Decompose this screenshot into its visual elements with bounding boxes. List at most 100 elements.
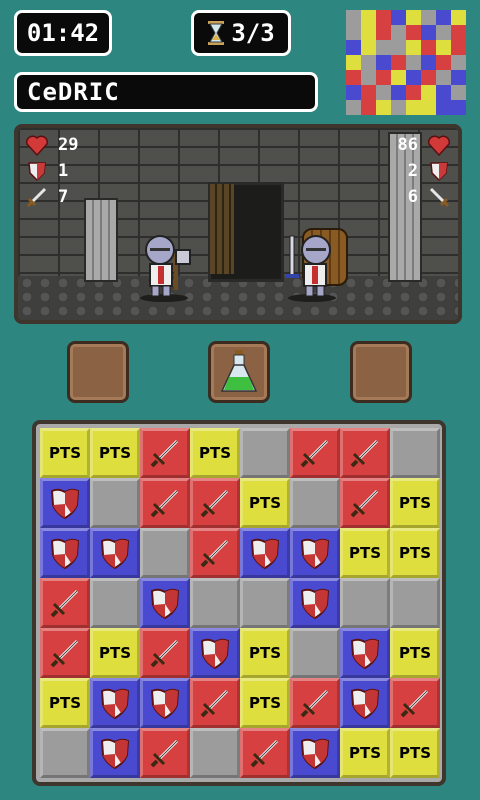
- minimap-cell: [361, 40, 376, 55]
- board-tile-pts[interactable]: PTS: [390, 628, 440, 678]
- board-tile-sword[interactable]: [340, 428, 390, 478]
- board-tile-empty[interactable]: [90, 478, 140, 528]
- sword-icon: [24, 186, 50, 208]
- board-tile-pts[interactable]: PTS: [240, 678, 290, 728]
- board-tile-pts[interactable]: PTS: [240, 478, 290, 528]
- board-tile-pts[interactable]: PTS: [40, 428, 90, 478]
- minimap-cell: [421, 70, 436, 85]
- board-tile-shield[interactable]: [240, 528, 290, 578]
- board-tile-pts[interactable]: PTS: [340, 528, 390, 578]
- minimap-cell: [421, 55, 436, 70]
- player-attack: 7: [24, 186, 68, 208]
- minimap-cell: [436, 55, 451, 70]
- board-tile-empty[interactable]: [140, 528, 190, 578]
- board-tile-sword[interactable]: [390, 678, 440, 728]
- board-tile-pts[interactable]: PTS: [390, 528, 440, 578]
- inventory-slot-2[interactable]: [208, 341, 270, 403]
- minimap-cell: [391, 100, 406, 115]
- minimap-cell: [376, 85, 391, 100]
- enemy-hp: 86: [398, 134, 452, 156]
- heart-icon: [426, 134, 452, 156]
- minimap-cell: [421, 100, 436, 115]
- pts-label: PTS: [48, 694, 82, 712]
- board-tile-sword[interactable]: [140, 628, 190, 678]
- board-tile-sword[interactable]: [140, 728, 190, 778]
- board-tile-pts[interactable]: PTS: [390, 478, 440, 528]
- board-tile-shield[interactable]: [40, 478, 90, 528]
- board-tile-sword[interactable]: [40, 628, 90, 678]
- minimap-cell: [451, 85, 466, 100]
- minimap-cell: [436, 10, 451, 25]
- minimap-cell: [391, 55, 406, 70]
- board-tile-shield[interactable]: [290, 528, 340, 578]
- board-tile-sword[interactable]: [190, 478, 240, 528]
- board-tile-sword[interactable]: [40, 578, 90, 628]
- timer-display: 01:42: [14, 10, 112, 56]
- enemy-hp-value: 86: [397, 135, 418, 155]
- board-tile-sword[interactable]: [290, 428, 340, 478]
- board-tile-sword[interactable]: [190, 528, 240, 578]
- board-tile-pts[interactable]: PTS: [40, 678, 90, 728]
- board-tile-empty[interactable]: [340, 578, 390, 628]
- minimap-cell: [361, 70, 376, 85]
- board-tile-pts[interactable]: PTS: [90, 428, 140, 478]
- board-tile-sword[interactable]: [190, 678, 240, 728]
- sword-icon: [150, 439, 179, 468]
- board-tile-pts[interactable]: PTS: [190, 428, 240, 478]
- board-tile-sword[interactable]: [240, 728, 290, 778]
- board-tile-shield[interactable]: [90, 528, 140, 578]
- board-tile-shield[interactable]: [90, 728, 140, 778]
- board-tile-pts[interactable]: PTS: [340, 728, 390, 778]
- minimap-cell: [346, 10, 361, 25]
- minimap-cell: [376, 25, 391, 40]
- board-tile-empty[interactable]: [240, 428, 290, 478]
- minimap-cell: [436, 25, 451, 40]
- sword-icon: [300, 689, 329, 718]
- board-tile-sword[interactable]: [290, 678, 340, 728]
- minimap: [346, 10, 466, 115]
- minimap-cell: [406, 40, 421, 55]
- shield-icon: [300, 738, 330, 770]
- board-tile-shield[interactable]: [290, 578, 340, 628]
- heart-icon: [24, 134, 50, 156]
- board-tile-pts[interactable]: PTS: [390, 728, 440, 778]
- board-tile-shield[interactable]: [40, 528, 90, 578]
- turns-text: 3/3: [231, 19, 275, 47]
- board-tile-empty[interactable]: [390, 578, 440, 628]
- board-tile-pts[interactable]: PTS: [240, 628, 290, 678]
- minimap-cell: [361, 100, 376, 115]
- board-tile-empty[interactable]: [290, 478, 340, 528]
- board-tile-shield[interactable]: [290, 728, 340, 778]
- board-tile-sword[interactable]: [140, 478, 190, 528]
- sword-icon: [200, 689, 229, 718]
- board-tile-shield[interactable]: [340, 628, 390, 678]
- board-tile-empty[interactable]: [90, 578, 140, 628]
- pts-label: PTS: [248, 644, 282, 662]
- board-tile-empty[interactable]: [390, 428, 440, 478]
- inventory-slot-3[interactable]: [350, 341, 412, 403]
- board-tile-shield[interactable]: [140, 678, 190, 728]
- board-tile-sword[interactable]: [340, 478, 390, 528]
- player-defense-value: 1: [58, 161, 69, 181]
- board-tile-empty[interactable]: [40, 728, 90, 778]
- sword-icon: [150, 639, 179, 668]
- minimap-cell: [376, 40, 391, 55]
- board-tile-shield[interactable]: [140, 578, 190, 628]
- inventory-slot-1[interactable]: [67, 341, 129, 403]
- board-tile-empty[interactable]: [190, 578, 240, 628]
- minimap-cell: [421, 40, 436, 55]
- board-tile-shield[interactable]: [190, 628, 240, 678]
- board-tile-empty[interactable]: [190, 728, 240, 778]
- board-tile-pts[interactable]: PTS: [90, 628, 140, 678]
- minimap-cell: [406, 85, 421, 100]
- board-tile-empty[interactable]: [240, 578, 290, 628]
- player-knight: [140, 235, 191, 302]
- shield-icon: [200, 638, 230, 670]
- board-tile-empty[interactable]: [290, 628, 340, 678]
- player-name-box: CeDRIC: [14, 72, 318, 112]
- board-tile-shield[interactable]: [90, 678, 140, 728]
- enemy-attack: 6: [408, 186, 452, 208]
- minimap-cell: [391, 70, 406, 85]
- board-tile-shield[interactable]: [340, 678, 390, 728]
- board-tile-sword[interactable]: [140, 428, 190, 478]
